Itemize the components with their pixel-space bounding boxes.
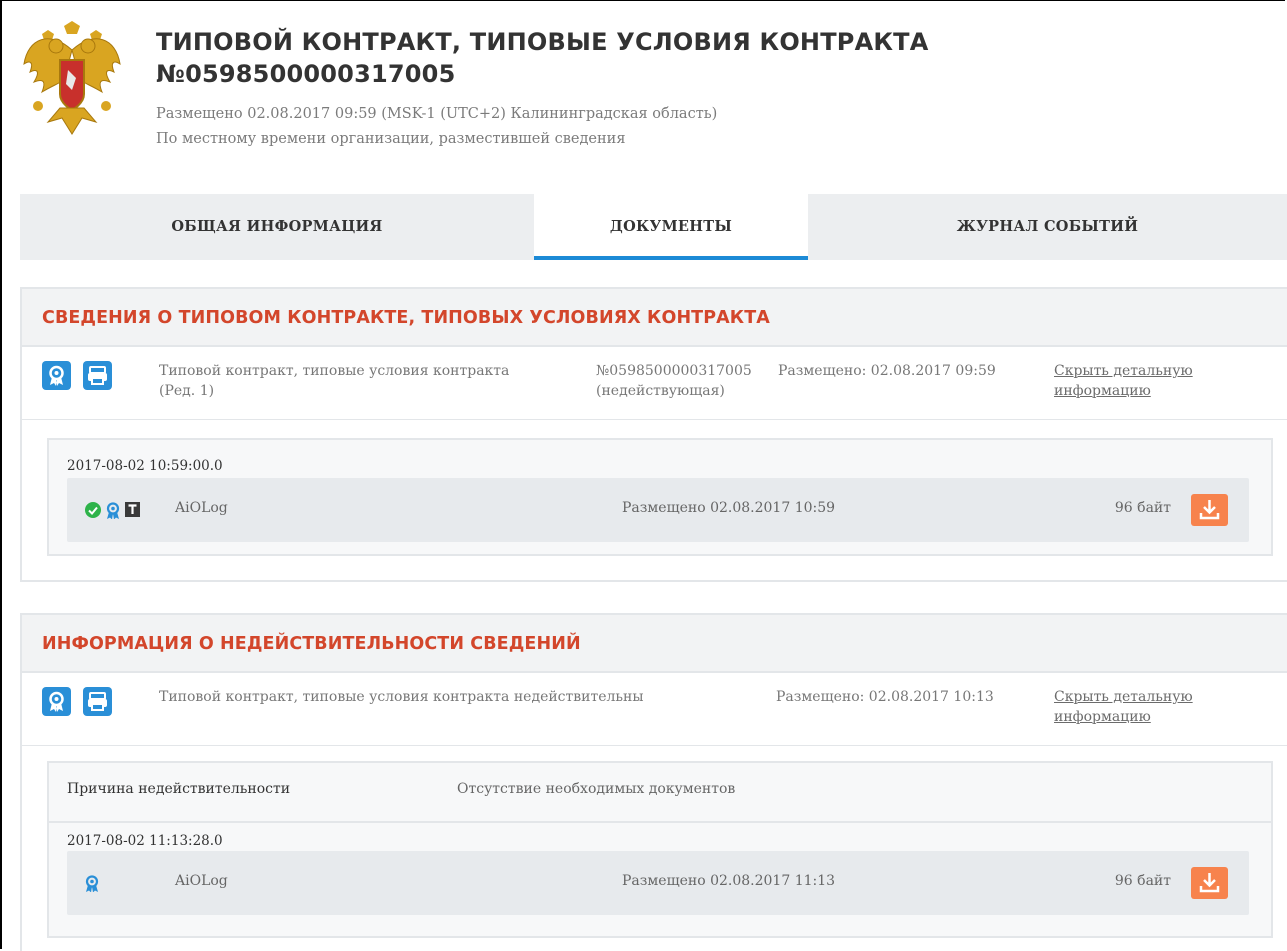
document-name: Типовой контракт, типовые условия контра…	[159, 689, 644, 705]
tab-general-info[interactable]: ОБЩАЯ ИНФОРМАЦИЯ	[20, 194, 534, 260]
section-title: СВЕДЕНИЯ О ТИПОВОМ КОНТРАКТЕ, ТИПОВЫХ УС…	[22, 289, 1287, 347]
certificate-icon[interactable]	[84, 875, 100, 892]
divider	[49, 821, 1271, 823]
hide-details-link[interactable]: Скрыть детальную информацию	[1054, 361, 1193, 401]
print-button[interactable]	[83, 687, 112, 716]
document-number: №0598500000317005 (недействующая)	[596, 361, 752, 401]
link-text: Скрыть детальную	[1054, 689, 1193, 705]
timestamp: 2017-08-02 11:13:28.0	[67, 833, 223, 849]
download-button[interactable]	[1191, 867, 1228, 899]
file-size: 96 байт	[1114, 500, 1171, 516]
file-row: AiOLog Размещено 02.08.2017 11:13 96 бай…	[67, 851, 1249, 915]
tab-event-log[interactable]: ЖУРНАЛ СОБЫТИЙ	[808, 194, 1287, 260]
tab-documents[interactable]: ДОКУМЕНТЫ	[534, 194, 808, 260]
coat-of-arms-icon	[20, 20, 124, 138]
reason-label: Причина недействительности	[67, 781, 291, 797]
document-row: Типовой контракт, типовые условия контра…	[22, 673, 1287, 746]
document-row: Типовой контракт, типовые условия контра…	[22, 347, 1287, 420]
certificate-icon[interactable]	[105, 502, 121, 519]
document-published: Размещено: 02.08.2017 10:13	[776, 689, 994, 705]
document-published: Размещено: 02.08.2017 09:59	[778, 363, 996, 379]
section-title: ИНФОРМАЦИЯ О НЕДЕЙСТВИТЕЛЬНОСТИ СВЕДЕНИЙ	[22, 615, 1287, 673]
certificate-icon	[49, 365, 64, 386]
file-name[interactable]: AiOLog	[175, 500, 228, 516]
published-info: Размещено 02.08.2017 09:59 (MSK-1 (UTC+2…	[156, 106, 718, 122]
timestamp: 2017-08-02 10:59:00.0	[67, 458, 223, 474]
document-details: Причина недействительности Отсутствие не…	[47, 761, 1273, 938]
local-time-note: По местному времени организации, размест…	[156, 131, 626, 147]
certificate-button[interactable]	[42, 361, 71, 390]
document-status: (недействующая)	[596, 383, 725, 399]
page-title: ТИПОВОЙ КОНТРАКТ, ТИПОВЫЕ УСЛОВИЯ КОНТРА…	[156, 26, 1156, 90]
download-icon	[1199, 500, 1220, 520]
file-published: Размещено 02.08.2017 11:13	[622, 873, 836, 889]
tab-bar: ОБЩАЯ ИНФОРМАЦИЯ ДОКУМЕНТЫ ЖУРНАЛ СОБЫТИ…	[20, 194, 1287, 260]
print-icon	[88, 366, 107, 385]
document-name: Типовой контракт, типовые условия контра…	[159, 361, 509, 401]
text-icon[interactable]	[125, 502, 140, 517]
download-button[interactable]	[1191, 494, 1228, 526]
file-name[interactable]: AiOLog	[175, 873, 228, 889]
download-icon	[1199, 873, 1220, 893]
document-revision: (Ред. 1)	[159, 383, 215, 399]
file-row: AiOLog Размещено 02.08.2017 10:59 96 бай…	[67, 478, 1249, 542]
document-name-line: Типовой контракт, типовые условия контра…	[159, 363, 510, 379]
section-invalidity-info: ИНФОРМАЦИЯ О НЕДЕЙСТВИТЕЛЬНОСТИ СВЕДЕНИЙ…	[20, 613, 1287, 951]
title-number: №0598500000317005	[156, 60, 456, 88]
hide-details-link[interactable]: Скрыть детальную информацию	[1054, 687, 1193, 727]
file-published: Размещено 02.08.2017 10:59	[622, 500, 836, 516]
print-icon	[88, 692, 107, 711]
print-button[interactable]	[83, 361, 112, 390]
link-text: информацию	[1054, 709, 1151, 725]
certificate-button[interactable]	[42, 687, 71, 716]
document-number-value: №0598500000317005	[596, 363, 752, 379]
section-contract-info: СВЕДЕНИЯ О ТИПОВОМ КОНТРАКТЕ, ТИПОВЫХ УС…	[20, 287, 1287, 582]
link-text: Скрыть детальную	[1054, 363, 1193, 379]
document-details: 2017-08-02 10:59:00.0 AiOLog Размещено 0…	[47, 438, 1273, 556]
file-size: 96 байт	[1114, 873, 1171, 889]
check-icon	[85, 502, 101, 518]
title-line: ТИПОВОЙ КОНТРАКТ, ТИПОВЫЕ УСЛОВИЯ КОНТРА…	[156, 28, 929, 56]
reason-value: Отсутствие необходимых документов	[457, 781, 736, 797]
link-text: информацию	[1054, 383, 1151, 399]
certificate-icon	[49, 691, 64, 712]
